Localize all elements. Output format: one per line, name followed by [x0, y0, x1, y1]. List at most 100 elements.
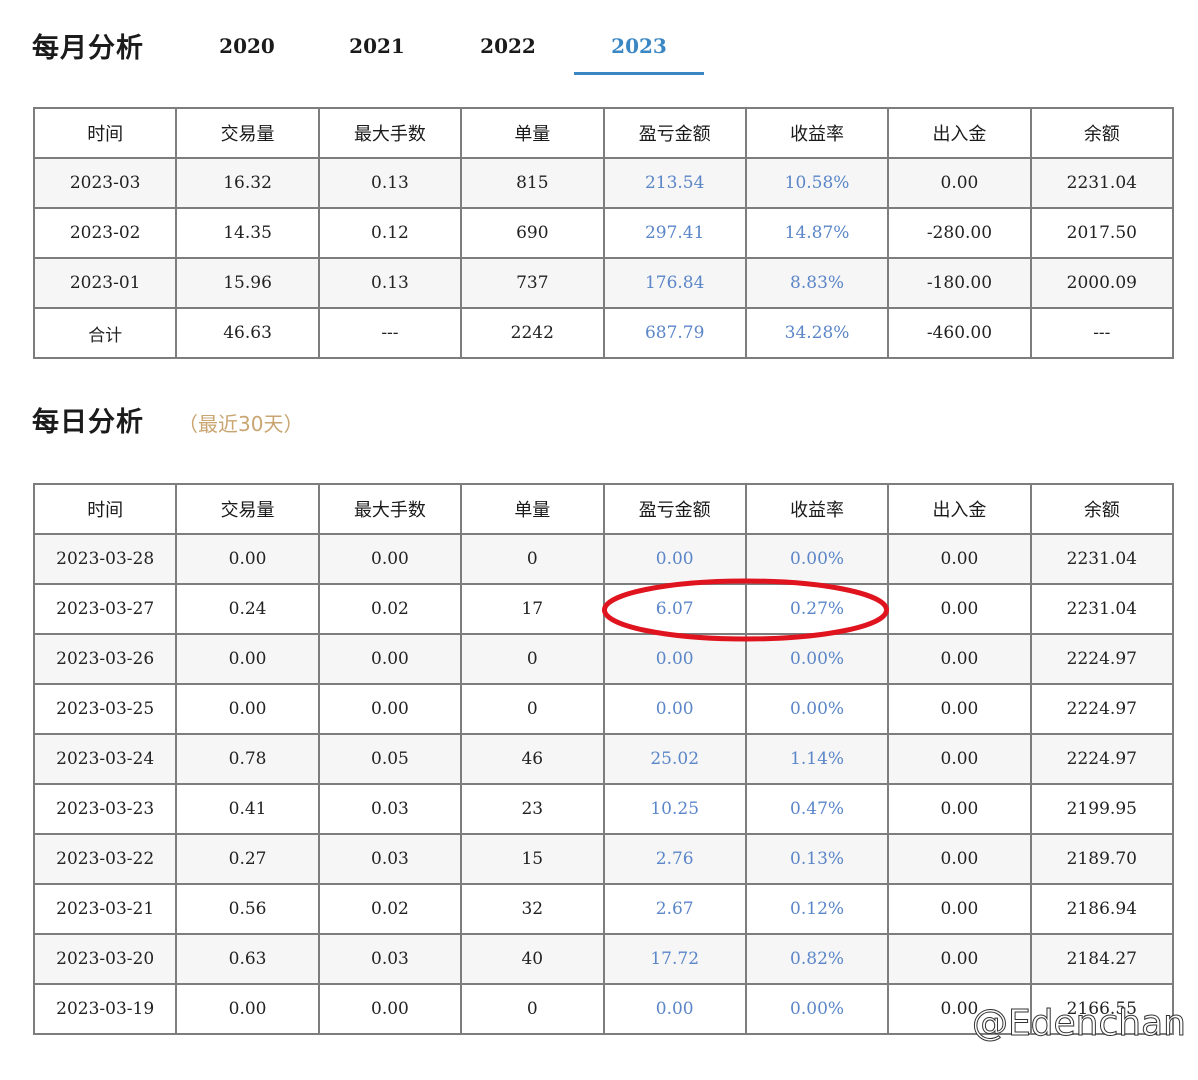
table-cell: 2224.97: [1029, 683, 1175, 735]
table-cell: 2.67: [602, 883, 747, 935]
tab-2021[interactable]: 2021: [312, 24, 442, 72]
table-cell: 0.00%: [744, 983, 890, 1035]
column-header: 盈亏金额: [602, 107, 747, 159]
table-cell: 2023-03-19: [32, 983, 178, 1035]
table-cell: 0.05: [317, 733, 463, 785]
table-row: 2023-03-21 0.56 0.02 32 2.67 0.12% 0.00 2186.94: [32, 883, 1175, 935]
table-cell: 46: [460, 733, 605, 785]
table-row: 2023-03-26 0.00 0.00 0 0.00 0.00% 0.00 2224.97: [32, 633, 1175, 685]
table-cell: 0.00: [887, 933, 1032, 985]
column-header: 最大手数: [317, 483, 463, 535]
table-cell: 0.00: [602, 633, 747, 685]
table-header-row: 时间 交易量 最大手数 单量 盈亏金额 收益率 出入金 余额: [32, 107, 1175, 159]
table-cell: 0.56: [175, 883, 320, 935]
table-cell: 46.63: [175, 307, 320, 359]
table-cell: 2023-03-28: [32, 533, 178, 585]
tab-2020[interactable]: 2020: [182, 24, 312, 72]
table-cell: 2231.04: [1029, 157, 1175, 209]
daily-table: 时间 交易量 最大手数 单量 盈亏金额 收益率 出入金 余额 2023-03-2…: [32, 483, 1175, 1035]
table-row: 2023-03-20 0.63 0.03 40 17.72 0.82% 0.00 2184.2…: [32, 933, 1175, 985]
table-row: 合计 46.63 --- 2242 687.79 34.28% -460.00 ---: [32, 307, 1175, 359]
table-cell: 2231.04: [1029, 583, 1175, 635]
table-cell: -460.00: [887, 307, 1032, 359]
table-cell: 0.00: [887, 583, 1032, 635]
table-cell: 1.14%: [744, 733, 890, 785]
table-cell: 2231.04: [1029, 533, 1175, 585]
table-cell: 17: [460, 583, 605, 635]
table-row: 2023-03-24 0.78 0.05 46 25.02 1.14% 0.00 2224.9…: [32, 733, 1175, 785]
table-cell: 0.00%: [744, 633, 890, 685]
monthly-analysis-title: 每月分析: [32, 33, 144, 64]
table-cell: 0.13: [317, 257, 463, 309]
table-cell: 34.28%: [744, 307, 890, 359]
table-cell: 2017.50: [1029, 207, 1175, 259]
table-cell: 0.00: [175, 533, 320, 585]
table-cell: 10.58%: [744, 157, 890, 209]
table-cell: 2184.27: [1029, 933, 1175, 985]
table-cell: 297.41: [602, 207, 747, 259]
table-cell: 2023-03: [32, 157, 178, 209]
table-cell: 2023-03-22: [32, 833, 178, 885]
table-cell: 0: [460, 633, 605, 685]
column-header: 收益率: [744, 483, 890, 535]
table-cell: 17.72: [602, 933, 747, 985]
column-header: 出入金: [887, 483, 1032, 535]
table-cell: 176.84: [602, 257, 747, 309]
table-cell: 0.47%: [744, 783, 890, 835]
table-cell: 2224.97: [1029, 733, 1175, 785]
column-header: 出入金: [887, 107, 1032, 159]
table-row: 2023-03-28 0.00 0.00 0 0.00 0.00% 0.00 2231.04: [32, 533, 1175, 585]
tab-2023[interactable]: 2023: [574, 24, 704, 75]
table-cell: 0: [460, 983, 605, 1035]
table-cell: 0.00: [175, 683, 320, 735]
table-cell: 815: [460, 157, 605, 209]
table-cell: 2023-02: [32, 207, 178, 259]
column-header: 交易量: [175, 483, 320, 535]
table-cell: 14.87%: [744, 207, 890, 259]
table-cell: -280.00: [887, 207, 1032, 259]
table-cell: 0.00: [887, 783, 1032, 835]
table-cell: 0: [460, 533, 605, 585]
table-cell: 6.07: [602, 583, 747, 635]
daily-analysis-subtitle: （最近30天）: [178, 412, 304, 436]
column-header: 余额: [1029, 483, 1175, 535]
column-header: 时间: [32, 483, 178, 535]
table-cell: 2023-03-23: [32, 783, 178, 835]
table-cell: ---: [1029, 307, 1175, 359]
table-cell: 0.00: [175, 633, 320, 685]
table-cell: 0.13: [317, 157, 463, 209]
daily-analysis-title: 每日分析: [32, 407, 144, 438]
table-cell: 2242: [460, 307, 605, 359]
table-cell: 2189.70: [1029, 833, 1175, 885]
table-cell: 0.82%: [744, 933, 890, 985]
table-cell: 0.00: [317, 633, 463, 685]
table-cell: 690: [460, 207, 605, 259]
table-cell: 0.00: [602, 533, 747, 585]
tab-2022[interactable]: 2022: [443, 24, 573, 72]
table-cell: 0.00: [602, 983, 747, 1035]
table-cell: ---: [317, 307, 463, 359]
table-cell: 23: [460, 783, 605, 835]
table-cell: 2186.94: [1029, 883, 1175, 935]
table-cell: 32: [460, 883, 605, 935]
table-cell: 0.03: [317, 783, 463, 835]
table-cell: 0.41: [175, 783, 320, 835]
table-cell: 0.03: [317, 933, 463, 985]
table-cell: 合计: [32, 307, 178, 359]
table-cell: 8.83%: [744, 257, 890, 309]
column-header: 收益率: [744, 107, 890, 159]
column-header: 单量: [460, 107, 605, 159]
table-cell: 687.79: [602, 307, 747, 359]
monthly-table: 时间 交易量 最大手数 单量 盈亏金额 收益率 出入金 余额 2023-03 16…: [32, 107, 1175, 359]
table-cell: -180.00: [887, 257, 1032, 309]
table-cell: 0.00: [887, 633, 1032, 685]
table-row: 2023-01 15.96 0.13 737 176.84 8.83% -180.00 200…: [32, 257, 1175, 309]
column-header: 盈亏金额: [602, 483, 747, 535]
table-cell: 10.25: [602, 783, 747, 835]
column-header: 单量: [460, 483, 605, 535]
watermark: @Edenchan: [971, 1003, 1186, 1045]
table-cell: 0.03: [317, 833, 463, 885]
table-cell: 2023-01: [32, 257, 178, 309]
table-cell: 0.00: [887, 733, 1032, 785]
table-row: 2023-02 14.35 0.12 690 297.41 14.87% -280.00 20…: [32, 207, 1175, 259]
